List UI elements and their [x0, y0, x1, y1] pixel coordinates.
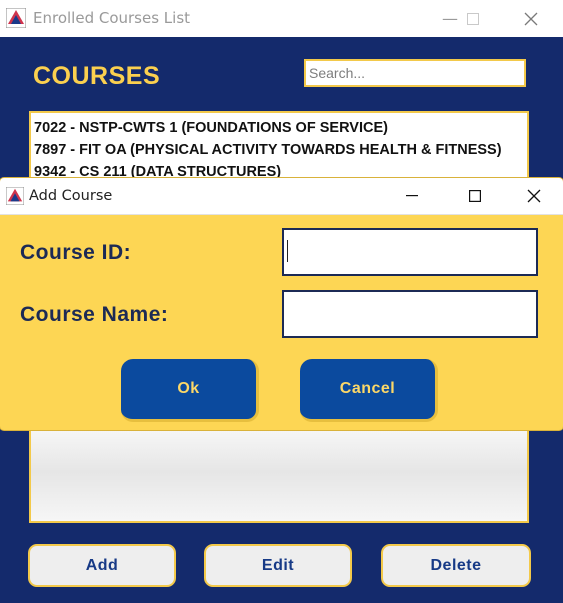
search-input[interactable] — [304, 59, 526, 87]
text-caret — [287, 240, 288, 262]
add-button[interactable]: Add — [28, 544, 176, 587]
delete-button[interactable]: Delete — [381, 544, 531, 587]
edit-button[interactable]: Edit — [204, 544, 352, 587]
course-id-field[interactable] — [282, 228, 538, 276]
course-id-label: Course ID: — [20, 241, 132, 264]
java-app-icon — [6, 187, 24, 205]
ok-button[interactable]: Ok — [121, 359, 259, 422]
course-name-label: Course Name: — [20, 303, 169, 326]
maximize-icon[interactable] — [452, 178, 498, 214]
close-icon[interactable] — [508, 0, 554, 37]
dialog-titlebar[interactable]: Add Course — [0, 178, 563, 215]
dialog-title: Add Course — [29, 188, 113, 204]
list-item[interactable]: 7897 - FIT OA (PHYSICAL ACTIVITY TOWARDS… — [34, 142, 502, 158]
java-app-icon — [6, 8, 26, 28]
add-course-dialog: Add Course Course ID: Course Name: Ok Ca… — [0, 178, 563, 430]
close-icon[interactable] — [511, 178, 557, 214]
main-titlebar[interactable]: Enrolled Courses List — — [0, 0, 563, 37]
maximize-icon[interactable] — [450, 0, 496, 37]
minimize-icon[interactable] — [389, 178, 435, 214]
cancel-button[interactable]: Cancel — [300, 359, 438, 422]
main-window-title: Enrolled Courses List — [33, 9, 191, 27]
page-title: COURSES — [33, 62, 161, 90]
course-name-field[interactable] — [282, 290, 538, 338]
list-item[interactable]: 7022 - NSTP-CWTS 1 (FOUNDATIONS OF SERVI… — [34, 120, 388, 136]
